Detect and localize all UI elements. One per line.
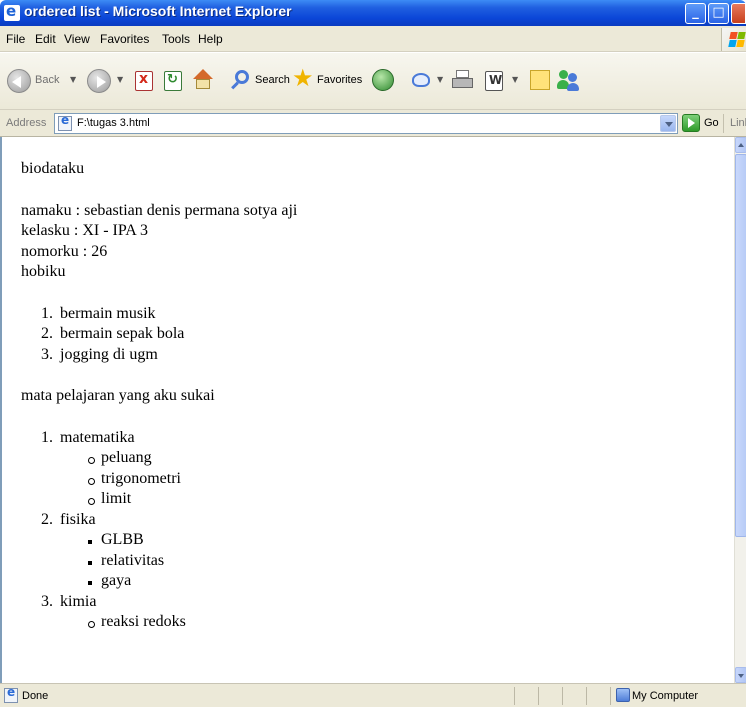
go-arrow-icon[interactable] [682,114,700,132]
status-text: Done [22,690,49,702]
go-button[interactable]: Go [704,117,719,129]
menu-help[interactable]: Help [198,32,223,46]
info-name: namaku : sebastian denis permana sotya a… [21,201,298,219]
sub-list: GLBB relativitas gaya [21,530,721,592]
list-item: 3. jogging di ugm [41,345,158,363]
content-viewport: biodataku namaku : sebastian denis perma… [0,137,734,683]
sub-list: reaksi redoks [21,612,721,633]
toolbar: Back ▼ ▼ x ↻ Search ★ Favorites ▼ W ▼ [0,53,746,110]
menu-bar: File Edit View Favorites Tools Help [0,26,746,52]
links-button[interactable]: Links [730,117,746,129]
subject-item: kimia [60,592,97,610]
favorites-label[interactable]: Favorites [317,74,362,86]
forward-arrow-icon[interactable] [87,69,111,93]
edit-dropdown-icon[interactable]: ▼ [512,75,518,84]
mail-icon[interactable] [410,70,434,90]
address-value[interactable]: F:\tugas 3.html [77,117,150,129]
subject-list: 2. fisika [21,510,721,531]
menu-file[interactable]: File [6,32,25,46]
list-item: reaksi redoks [21,612,721,633]
menu-tools[interactable]: Tools [162,32,190,46]
back-dropdown-icon[interactable]: ▼ [70,75,76,84]
info-hobby: hobiku [21,263,66,280]
hobby-item: bermain sepak bola [60,325,185,342]
mail-dropdown-icon[interactable]: ▼ [437,75,443,84]
history-icon[interactable] [372,69,394,91]
scroll-up-arrow-icon[interactable] [735,137,746,153]
messenger-icon[interactable] [557,68,581,92]
status-panel [586,687,587,705]
info-class: kelasku : XI - IPA 3 [21,222,148,239]
favorites-star-icon[interactable]: ★ [292,66,314,90]
menu-edit[interactable]: Edit [35,32,56,46]
refresh-icon[interactable]: ↻ [164,71,182,91]
subject-item: fisika [60,510,96,528]
subject-list: 1. matematika [21,428,721,449]
edit-icon[interactable]: W [485,71,503,91]
stop-icon[interactable]: x [135,71,153,91]
print-icon[interactable] [452,70,474,92]
list-item: gaya [21,571,721,592]
page-heading: biodataku [21,160,85,177]
back-arrow-icon[interactable] [7,69,31,93]
hobby-item: jogging di ugm [60,345,158,363]
search-icon[interactable] [230,69,252,91]
list-item: 2. fisika [41,510,96,528]
status-bar: Done My Computer [0,683,746,707]
hobby-item: bermain musik [60,304,156,322]
address-separator [723,114,724,133]
security-zone: My Computer [632,690,699,702]
status-panel [514,687,515,705]
close-button[interactable] [731,3,746,24]
list-item: relativitas [21,551,721,572]
status-panel [610,687,611,705]
home-icon[interactable] [192,69,214,91]
subject-item: matematika [60,428,135,446]
status-panel [562,687,563,705]
page-body: biodataku namaku : sebastian denis perma… [21,159,721,633]
window-title: ordered list - Microsoft Internet Explor… [24,3,292,19]
list-item: peluang [21,448,721,469]
list-item: 1. matematika [41,428,135,446]
list-item: trigonometri [21,469,721,490]
sub-list: peluang trigonometri limit [21,448,721,510]
scroll-thumb[interactable] [735,154,746,537]
list-item: 1. bermain musik [41,304,156,322]
forward-dropdown-icon[interactable]: ▼ [117,75,123,84]
list-item: limit [21,489,721,510]
computer-icon [616,688,630,702]
list-item: GLBB [21,530,721,551]
menu-view[interactable]: View [64,32,90,46]
search-label[interactable]: Search [255,74,290,86]
scroll-down-arrow-icon[interactable] [735,667,746,683]
address-label: Address [6,117,47,129]
subject-list: 3. kimia [21,592,721,613]
page-done-icon [4,685,18,703]
address-bar: Address F:\tugas 3.html Go Links [0,110,746,137]
status-panel [538,687,539,705]
maximize-button[interactable]: □ [708,3,729,24]
info-number: nomorku : 26 [21,242,108,260]
page-icon [58,113,72,131]
vertical-scrollbar[interactable] [734,137,746,683]
menu-favorites[interactable]: Favorites [100,32,149,46]
title-bar: ordered list - Microsoft Internet Explor… [0,0,746,26]
back-label[interactable]: Back [35,74,59,86]
minimize-button[interactable]: _ [685,3,706,24]
notes-icon[interactable] [530,70,550,90]
windows-logo-icon [721,28,746,51]
hobby-list: 1. bermain musik 2. bermain sepak bola 3. j… [21,304,721,366]
address-dropdown-icon[interactable] [660,115,676,132]
ie-icon[interactable] [4,2,20,21]
list-item: 2. bermain sepak bola [41,325,185,342]
address-input[interactable]: F:\tugas 3.html [54,113,678,134]
list-item: 3. kimia [41,592,97,610]
subjects-heading: mata pelajaran yang aku sukai [21,387,215,404]
